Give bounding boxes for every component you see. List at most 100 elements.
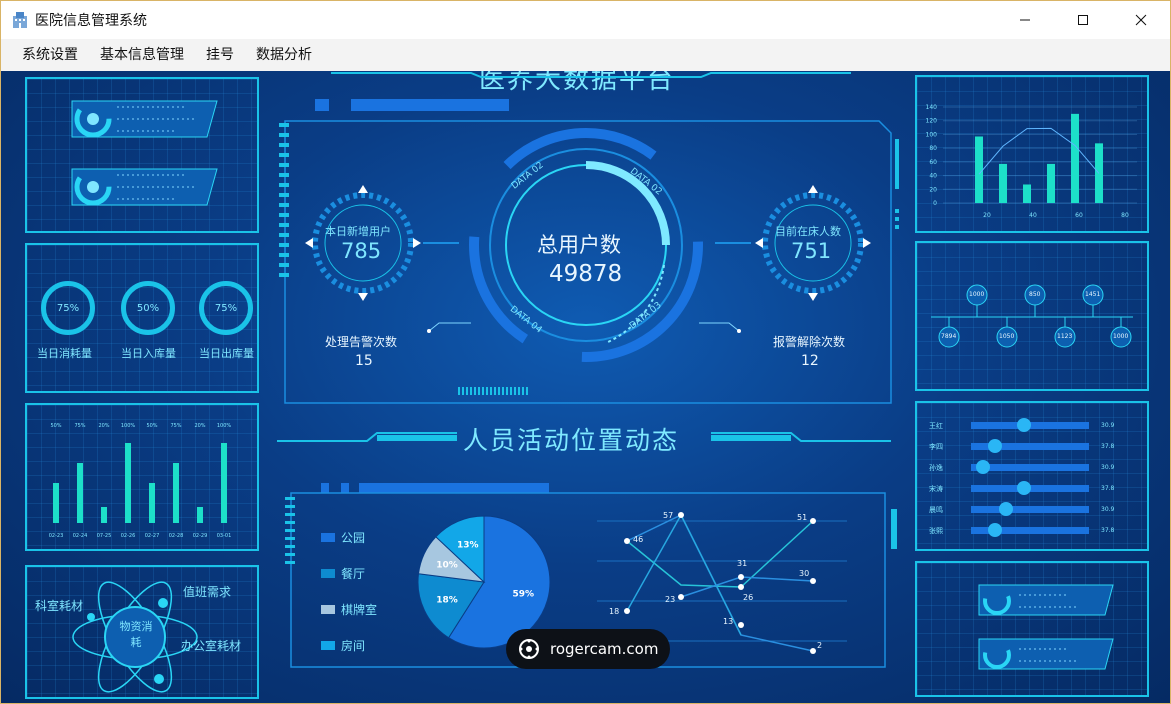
title-bar: 医院信息管理系统 xyxy=(1,1,1170,39)
legend-swatch xyxy=(321,640,335,650)
ring-label-outbound: 当日出库量 xyxy=(199,347,254,360)
new-users-label: 本日新增用户 xyxy=(325,225,391,238)
slider-handle[interactable] xyxy=(1017,418,1032,432)
bar xyxy=(221,443,227,523)
dashboard: 医养大数据平台 75% 50% 75% 当日消耗量 当日入库量 当日出库量 50… xyxy=(1,71,1170,703)
minimize-button[interactable] xyxy=(996,1,1054,39)
menu-system-settings[interactable]: 系统设置 xyxy=(11,39,89,71)
slider-label: 孙逸 xyxy=(929,463,943,472)
node-value: 1451 xyxy=(1085,291,1101,298)
slider-value: 30.9 xyxy=(1101,506,1115,513)
line-label: 2 xyxy=(817,641,823,650)
alarms-handled-label: 处理告警次数 xyxy=(325,335,398,349)
line-label: 23 xyxy=(665,595,676,604)
slider-track[interactable] xyxy=(971,502,1089,516)
daily-bar-chart: 50% 02-23 75% 02-24 20% 07-25 100% 02-26 50% 02-2… xyxy=(49,423,232,539)
bar-top-label: 75% xyxy=(170,423,181,429)
bar-line-chart: 140 120 100 80 60 40 20 0 20 40 60 80 xyxy=(926,104,1137,219)
y-tick-label: 60 xyxy=(929,159,937,166)
bar xyxy=(1023,184,1031,203)
trend-line xyxy=(978,127,1100,175)
menu-registration[interactable]: 挂号 xyxy=(195,39,245,71)
legend-item-canteen: 餐厅 xyxy=(321,555,377,591)
bar-top-label: 100% xyxy=(121,423,136,429)
bar-category-label: 02-28 xyxy=(169,533,184,539)
line-label: 46 xyxy=(633,535,644,544)
bar xyxy=(149,483,155,523)
node-network-graphic xyxy=(931,284,1133,348)
activity-title: 人员活动位置动态 xyxy=(463,426,680,455)
slider-handle[interactable] xyxy=(987,439,1002,453)
legend-item-room: 房间 xyxy=(321,627,377,663)
right-cards-graphic xyxy=(978,584,1114,670)
y-tick-label: 120 xyxy=(926,118,938,125)
bar-top-label: 75% xyxy=(74,423,85,429)
line-label: 51 xyxy=(797,513,808,522)
y-tick-label: 80 xyxy=(929,145,937,152)
y-tick-label: 140 xyxy=(926,104,938,111)
close-icon xyxy=(1135,14,1147,26)
line-label: 13 xyxy=(723,617,734,626)
slider-row: 晨鸣 30.9 xyxy=(929,499,1139,520)
node-value: 1050 xyxy=(999,333,1015,340)
slider-list: 王红 30.9 李四 37.8 孙逸 30.9 宋涛 37.8 晨鸣 30.9 张熙 37.8 xyxy=(929,415,1139,541)
legend-item-chess: 棋牌室 xyxy=(321,591,377,627)
slider-track[interactable] xyxy=(971,439,1089,453)
ring-outbound: 75% xyxy=(199,281,253,335)
right-panel-bar-line: 140 120 100 80 60 40 20 0 20 40 60 80 xyxy=(915,75,1149,233)
hospital-app-icon xyxy=(13,12,27,28)
bar xyxy=(1047,163,1055,203)
legend-swatch xyxy=(321,532,335,542)
orbit-center-label: 物资消耗 xyxy=(119,620,153,649)
slider-label: 晨鸣 xyxy=(929,505,943,514)
maximize-button[interactable] xyxy=(1054,1,1112,39)
legend-item-park: 公园 xyxy=(321,519,377,555)
slider-track[interactable] xyxy=(971,418,1089,432)
slider-value: 37.8 xyxy=(1101,443,1115,450)
slider-label: 张熙 xyxy=(929,526,943,535)
slider-track[interactable] xyxy=(971,523,1089,537)
ring-label-consumption: 当日消耗量 xyxy=(37,347,92,360)
line-label: 31 xyxy=(737,559,748,568)
slider-handle[interactable] xyxy=(975,460,990,474)
alarms-handled-value: 15 xyxy=(355,353,373,369)
node-value: 1000 xyxy=(1113,333,1129,340)
left-panel-storage xyxy=(25,77,259,233)
bar xyxy=(975,136,983,203)
x-tick-label: 80 xyxy=(1121,212,1129,219)
line-label: 30 xyxy=(799,569,810,578)
right-panel-sliders: 王红 30.9 李四 37.8 孙逸 30.9 宋涛 37.8 晨鸣 30.9 张熙 37.8 xyxy=(915,401,1149,551)
slider-label: 王红 xyxy=(929,421,943,430)
slider-track[interactable] xyxy=(971,481,1089,495)
close-button[interactable] xyxy=(1112,1,1170,39)
bar xyxy=(125,443,131,523)
y-tick-label: 100 xyxy=(926,131,938,138)
slider-handle[interactable] xyxy=(987,523,1002,537)
bar-top-label: 50% xyxy=(146,423,157,429)
bar xyxy=(101,507,107,523)
pie-label: 10% xyxy=(436,561,458,571)
left-panel-orbit: 物资消耗 科室耗材 值班需求 办公室耗材 xyxy=(25,565,259,699)
slider-handle[interactable] xyxy=(999,502,1014,516)
slider-row: 张熙 37.8 xyxy=(929,520,1139,541)
slider-handle[interactable] xyxy=(1017,481,1032,495)
orbit-label-office: 办公室耗材 xyxy=(181,639,242,653)
bar-top-label: 50% xyxy=(50,423,61,429)
menu-data-analysis[interactable]: 数据分析 xyxy=(245,39,323,71)
node-value: 850 xyxy=(1029,291,1041,298)
slider-track[interactable] xyxy=(971,460,1089,474)
ring-inbound: 50% xyxy=(121,281,175,335)
y-tick-label: 20 xyxy=(929,186,937,193)
slider-row: 孙逸 30.9 xyxy=(929,457,1139,478)
menu-bar: 系统设置 基本信息管理 挂号 数据分析 xyxy=(1,39,1170,71)
node-value: 1123 xyxy=(1057,333,1073,340)
slider-value: 30.9 xyxy=(1101,464,1115,471)
slider-value: 37.8 xyxy=(1101,485,1115,492)
bar xyxy=(77,463,83,523)
menu-basic-info[interactable]: 基本信息管理 xyxy=(89,39,195,71)
bar xyxy=(1071,113,1079,203)
left-panel-rings: 75% 50% 75% 当日消耗量 当日入库量 当日出库量 xyxy=(25,243,259,393)
in-bed-label: 目前在床人数 xyxy=(775,225,841,238)
ring-consumption: 75% xyxy=(41,281,95,335)
bar-category-label: 02-26 xyxy=(121,533,136,539)
